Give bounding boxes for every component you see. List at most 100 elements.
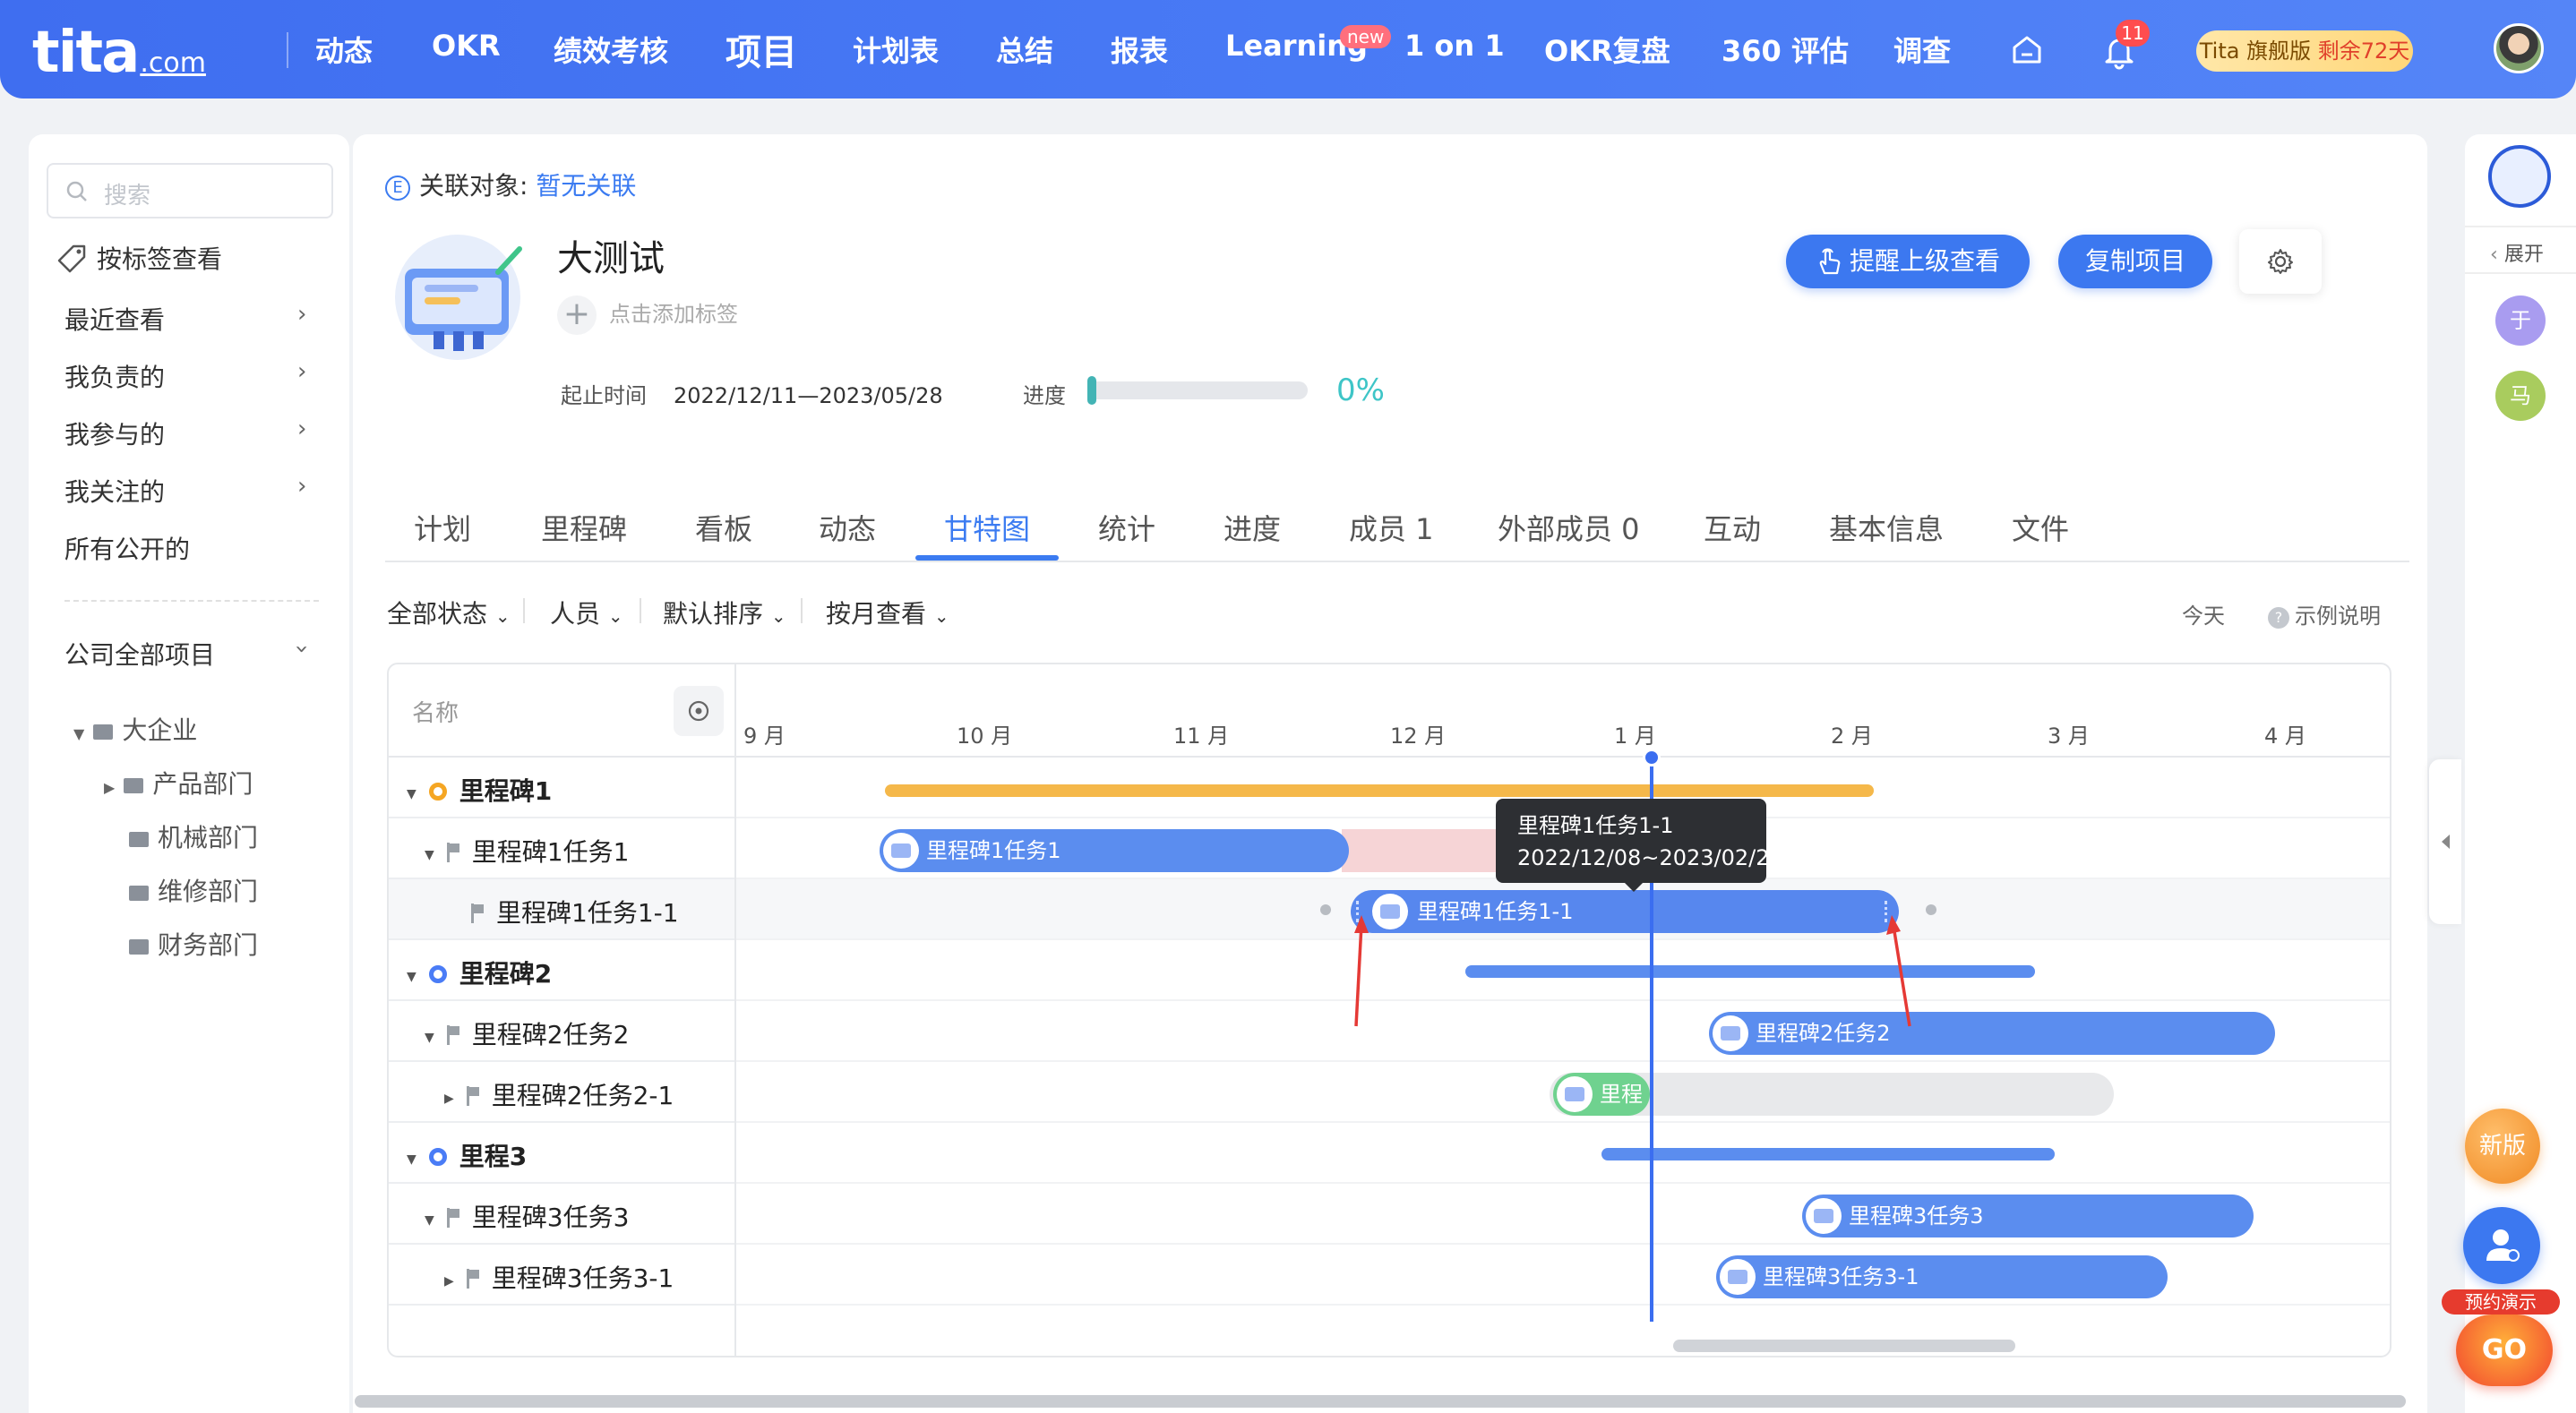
tab-statistics[interactable]: 统计 [1098,507,1155,548]
demo-label[interactable]: 预约演示 [2442,1289,2560,1315]
month-label: 1 月 [1614,724,1656,749]
nav-item-plan[interactable]: 计划表 [853,29,939,70]
gantt-row-subtask[interactable]: ▶ 里程碑2任务2-1 [389,1062,734,1123]
sidebar-item-participating[interactable]: 我参与的 [64,415,165,451]
locate-button[interactable] [674,686,724,736]
nav-item-dynamic[interactable]: 动态 [315,29,373,70]
related-entity-icon: E [385,176,410,201]
tab-files[interactable]: 文件 [2012,507,2069,548]
gantt-row-milestone[interactable]: ▼ 里程3 [389,1123,734,1184]
copy-project-button[interactable]: 复制项目 [2058,235,2212,288]
tab-external-members[interactable]: 外部成员 0 [1498,507,1640,548]
tab-plan[interactable]: 计划 [414,507,471,548]
gantt-row-subtask[interactable]: 里程碑1任务1-1 [389,879,734,940]
filter-sort-dropdown[interactable]: 默认排序 ⌄ [663,595,786,630]
nav-item-360-review[interactable]: 360 评估 [1722,29,1849,70]
project-cover-image[interactable] [385,226,530,360]
company-projects-section[interactable]: 公司全部项目 [64,636,215,672]
remind-supervisor-button[interactable]: 提醒上级查看 [1786,235,2030,288]
tab-gantt[interactable]: 甘特图 [944,507,1030,548]
expand-panel-button[interactable]: ‹ 展开 [2490,238,2544,267]
sidebar-item-owned[interactable]: 我负责的 [64,358,165,394]
project-mini-avatar[interactable] [2488,145,2551,208]
filter-people-dropdown[interactable]: 人员 ⌄ [550,595,623,630]
go-button[interactable]: GO [2456,1315,2553,1386]
task-bar[interactable]: 里程 [1553,1073,1650,1116]
nav-item-reports[interactable]: 报表 [1111,29,1168,70]
tag-view-link[interactable]: 按标签查看 [54,240,222,277]
tab-basic-info[interactable]: 基本信息 [1829,507,1944,548]
sidebar-item-recent[interactable]: 最近查看 [64,301,165,337]
tita-logo[interactable]: tita.com [32,20,206,86]
filter-status-dropdown[interactable]: 全部状态 ⌄ [387,595,511,630]
task-avatar-icon [1720,1259,1756,1295]
sidebar-search-input[interactable]: 搜索 [47,163,333,218]
flag-icon [466,1269,479,1289]
tree-node-machinery[interactable]: 机械部门 [129,818,258,854]
nav-item-one-on-one[interactable]: 1 on 1 [1404,29,1505,63]
sidebar-item-following[interactable]: 我关注的 [64,473,165,509]
task-bar[interactable]: 里程碑2任务2 [1709,1012,2275,1055]
tab-progress[interactable]: 进度 [1224,507,1281,548]
tree-node-product[interactable]: ▶ 产品部门 [104,765,253,801]
demo-assistant-button[interactable] [2463,1207,2540,1284]
gantt-row-milestone[interactable]: ▼ 里程碑2 [389,940,734,1001]
gantt-row-task[interactable]: ▼ 里程碑3任务3 [389,1184,734,1245]
nav-item-projects[interactable]: 项目 [726,23,797,75]
project-settings-button[interactable] [2239,229,2322,294]
member-avatar[interactable]: 马 [2495,371,2546,421]
timeline-row [736,1123,2390,1184]
tree-node-maintenance[interactable]: 维修部门 [129,872,258,908]
gantt-chart: 名称 9 月 10 月 11 月 12 月 1 月 2 月 3 月 4 月 ▼ 里… [387,663,2391,1357]
nav-item-okr-review[interactable]: OKR复盘 [1544,29,1670,70]
related-object: E 关联对象: 暂无关联 [385,167,636,202]
milestone-bar[interactable] [1465,965,2035,978]
tree-node-root[interactable]: ▼ 大企业 [73,711,197,747]
tab-kanban[interactable]: 看板 [695,507,752,548]
page-horizontal-scrollbar[interactable] [355,1395,2406,1408]
gantt-row-milestone[interactable]: ▼ 里程碑1 [389,758,734,818]
user-avatar[interactable] [2494,23,2544,73]
drag-handle-dot[interactable] [1926,904,1936,915]
target-icon [688,700,709,722]
drag-handle-dot[interactable] [1320,904,1331,915]
folder-icon [93,724,114,740]
gantt-row-subtask[interactable]: ▶ 里程碑3任务3-1 [389,1245,734,1306]
gantt-row-task[interactable]: ▼ 里程碑1任务1 [389,818,734,879]
plan-expiry-pill[interactable]: Tita 旗舰版 剩余72天 [2196,30,2413,72]
tab-activity[interactable]: 动态 [819,507,876,548]
gantt-horizontal-scrollbar[interactable] [1673,1340,2015,1352]
nav-item-survey[interactable]: 调查 [1893,29,1951,70]
plus-icon: + [557,295,597,335]
selected-task-bar[interactable]: 里程碑1任务1-1 [1351,890,1899,933]
related-object-link[interactable]: 暂无关联 [536,171,636,201]
today-button[interactable]: 今天 [2182,598,2225,629]
help-icon: ? [2268,607,2289,629]
person-icon [2486,1229,2520,1262]
task-avatar-icon [1372,894,1408,929]
task-bar[interactable]: 里程碑3任务3-1 [1716,1255,2168,1298]
tab-milestones[interactable]: 里程碑 [541,507,627,548]
folder-icon [129,886,149,901]
tab-interaction[interactable]: 互动 [1704,507,1761,548]
nav-item-performance[interactable]: 绩效考核 [554,29,668,70]
chevron-down-icon[interactable]: › [288,645,315,654]
legend-help-link[interactable]: ? 示例说明 [2268,598,2381,629]
gantt-row-task[interactable]: ▼ 里程碑2任务2 [389,1001,734,1062]
collapse-panel-tab[interactable] [2429,759,2461,924]
task-bar[interactable]: 里程碑1任务1 [880,829,1349,872]
task-bar[interactable]: 里程碑3任务3 [1802,1195,2254,1237]
nav-item-okr[interactable]: OKR [432,29,501,63]
nav-item-summary[interactable]: 总结 [996,29,1053,70]
tree-node-finance[interactable]: 财务部门 [129,926,258,962]
home-icon[interactable] [2010,32,2044,70]
member-avatar[interactable]: 于 [2495,295,2546,346]
filter-view-mode-dropdown[interactable]: 按月查看 ⌄ [826,595,949,630]
tab-members[interactable]: 成员 1 [1349,507,1434,548]
add-tag-button[interactable]: + 点击添加标签 [557,295,738,335]
milestone-bar[interactable] [885,784,1874,797]
new-version-button[interactable]: 新版 [2465,1109,2540,1184]
sidebar-item-public[interactable]: 所有公开的 [64,530,190,566]
milestone-bar[interactable] [1601,1148,2055,1160]
project-title[interactable]: 大测试 [557,229,665,281]
